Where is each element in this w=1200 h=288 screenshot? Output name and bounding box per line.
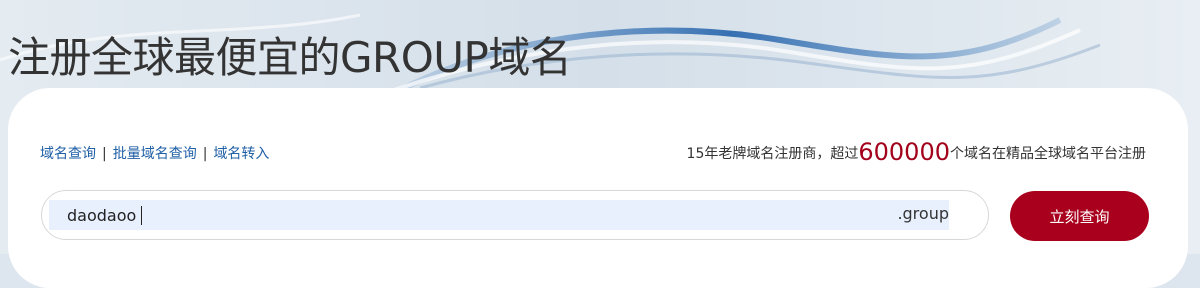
- nav-separator: |: [202, 146, 208, 162]
- promo-text: 15年老牌域名注册商，超过600000个域名在精品全球域名平台注册: [687, 137, 1146, 169]
- domain-count: 600000: [858, 138, 950, 166]
- page-title: 注册全球最便宜的GROUP域名: [8, 33, 572, 83]
- promo-prefix: 15年老牌域名注册商，超过: [686, 146, 859, 162]
- nav-separator: |: [102, 146, 107, 162]
- search-mode-nav: 域名查询 | 批量域名查询 | 域名转入: [40, 143, 269, 165]
- search-field-area: .group: [49, 200, 949, 230]
- tld-suffix: .group: [897, 204, 949, 223]
- search-card: [8, 88, 1188, 288]
- domain-search-input[interactable]: [67, 200, 787, 230]
- nav-link-bulk-domain-query[interactable]: 批量域名查询: [113, 146, 197, 162]
- text-caret: [141, 206, 142, 225]
- promo-suffix: 个域名在精品全球域名平台注册: [950, 146, 1146, 162]
- search-now-button[interactable]: 立刻查询: [1010, 191, 1149, 241]
- nav-link-domain-transfer[interactable]: 域名转入: [213, 146, 269, 162]
- domain-search-box: .group: [41, 190, 989, 240]
- nav-link-domain-query[interactable]: 域名查询: [40, 146, 96, 162]
